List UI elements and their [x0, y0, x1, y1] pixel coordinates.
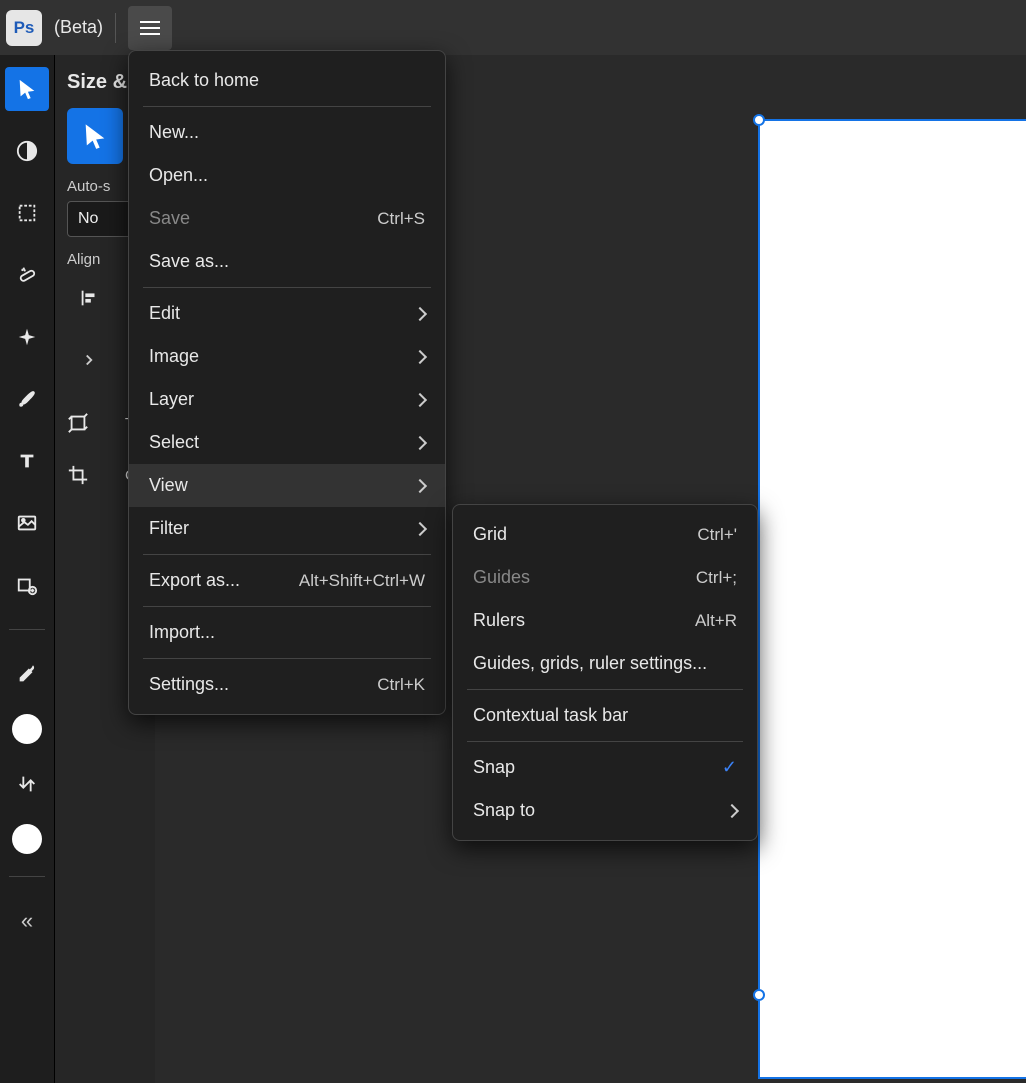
image-tool[interactable] — [5, 501, 49, 545]
sparkle-tool[interactable] — [5, 315, 49, 359]
chevrons-left-icon: « — [21, 908, 33, 934]
active-tool-indicator[interactable] — [67, 108, 123, 164]
logo-text: Ps — [14, 18, 35, 38]
background-color-swatch[interactable] — [12, 824, 42, 854]
divider — [115, 13, 116, 43]
selection-tool[interactable] — [5, 191, 49, 235]
menu-select[interactable]: Select — [129, 421, 445, 464]
adjust-tool[interactable] — [5, 129, 49, 173]
menu-save-as[interactable]: Save as... — [129, 240, 445, 283]
main-menu: Back to home New... Open... Save Ctrl+S … — [128, 50, 446, 715]
swap-colors-tool[interactable] — [5, 762, 49, 806]
menu-new[interactable]: New... — [129, 111, 445, 154]
hamburger-menu-button[interactable] — [128, 6, 172, 50]
menu-settings[interactable]: Settings... Ctrl+K — [129, 663, 445, 706]
brush-tool[interactable] — [5, 377, 49, 421]
selection-handle-top-left[interactable] — [753, 114, 765, 126]
app-logo[interactable]: Ps — [6, 10, 42, 46]
menu-back-to-home[interactable]: Back to home — [129, 59, 445, 102]
menu-filter[interactable]: Filter — [129, 507, 445, 550]
foreground-color-swatch[interactable] — [12, 714, 42, 744]
submenu-snap[interactable]: Snap ✓ — [453, 746, 757, 789]
checkmark-icon: ✓ — [722, 757, 737, 778]
chevron-right-icon — [413, 435, 427, 449]
menu-separator — [143, 106, 431, 107]
hamburger-icon — [140, 21, 160, 35]
view-submenu: Grid Ctrl+' Guides Ctrl+; Rulers Alt+R G… — [452, 504, 758, 841]
chevron-right-icon — [413, 306, 427, 320]
chevron-right-icon — [413, 521, 427, 535]
submenu-contextual-taskbar[interactable]: Contextual task bar — [453, 694, 757, 737]
canvas[interactable] — [758, 119, 1026, 1079]
move-tool[interactable] — [5, 67, 49, 111]
submenu-guides-settings[interactable]: Guides, grids, ruler settings... — [453, 642, 757, 685]
menu-edit[interactable]: Edit — [129, 292, 445, 335]
tool-divider — [9, 876, 45, 877]
menu-layer[interactable]: Layer — [129, 378, 445, 421]
expand-panel-button[interactable] — [67, 338, 111, 382]
heal-tool[interactable] — [5, 253, 49, 297]
chevron-right-icon — [413, 349, 427, 363]
menu-export-as[interactable]: Export as... Alt+Shift+Ctrl+W — [129, 559, 445, 602]
beta-label: (Beta) — [54, 17, 103, 38]
menu-view[interactable]: View — [129, 464, 445, 507]
artboard-tool[interactable] — [5, 563, 49, 607]
menu-image[interactable]: Image — [129, 335, 445, 378]
tool-divider — [9, 629, 45, 630]
submenu-guides[interactable]: Guides Ctrl+; — [453, 556, 757, 599]
menu-import[interactable]: Import... — [129, 611, 445, 654]
menu-separator — [467, 741, 743, 742]
submenu-snap-to[interactable]: Snap to — [453, 789, 757, 832]
submenu-rulers[interactable]: Rulers Alt+R — [453, 599, 757, 642]
submenu-grid[interactable]: Grid Ctrl+' — [453, 513, 757, 556]
top-bar: Ps (Beta) — [0, 0, 1026, 55]
tool-sidebar: « — [0, 55, 55, 1083]
menu-separator — [143, 554, 431, 555]
text-tool[interactable] — [5, 439, 49, 483]
menu-open[interactable]: Open... — [129, 154, 445, 197]
auto-select-value: No — [78, 210, 98, 227]
align-left-button[interactable] — [67, 276, 111, 320]
menu-separator — [467, 689, 743, 690]
chevron-right-icon — [413, 392, 427, 406]
menu-save[interactable]: Save Ctrl+S — [129, 197, 445, 240]
selection-handle-left[interactable] — [753, 989, 765, 1001]
collapse-toolbar-button[interactable]: « — [5, 899, 49, 943]
menu-separator — [143, 658, 431, 659]
chevron-right-icon — [725, 803, 739, 817]
chevron-right-icon — [413, 478, 427, 492]
menu-separator — [143, 606, 431, 607]
eyedropper-tool[interactable] — [5, 652, 49, 696]
menu-separator — [143, 287, 431, 288]
